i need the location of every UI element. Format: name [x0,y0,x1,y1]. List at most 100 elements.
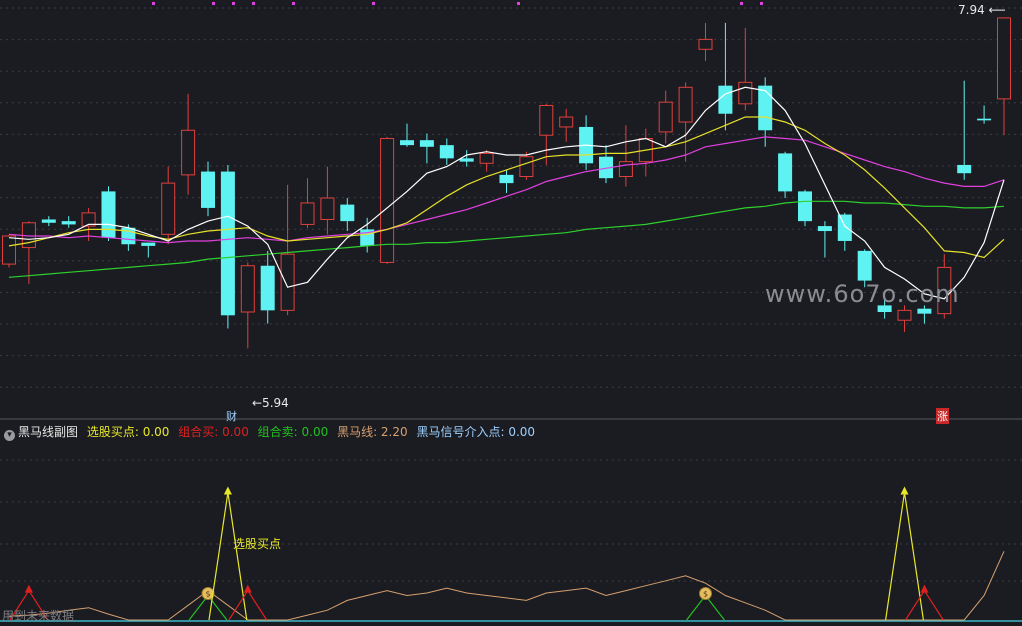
candle-body [957,164,972,174]
candle-body [698,38,713,50]
candle-body [678,86,693,123]
candle [579,115,594,170]
candle-body [280,253,295,311]
candle-body [499,174,514,184]
candle-body [658,101,673,133]
candle-body [778,153,793,192]
stock-chart: $ $ 7.94 ⟵ ←5.94 财 涨 ▾ 黑马线副图 选股买点: 0.00 组合… [0,0,1022,626]
candle [101,186,116,241]
candle [817,221,832,258]
candle [997,17,1011,136]
candle-body [997,17,1011,100]
candle [559,108,574,142]
candle [280,184,295,316]
heima-line-value: 黑马线: 2.20 [337,425,408,439]
indicator-header: ▾ 黑马线副图 选股买点: 0.00 组合买: 0.00 组合卖: 0.00 黑马… [0,423,1022,441]
candle-body [400,140,414,146]
candle-body [559,116,574,128]
event-marker [760,2,763,5]
heima-signal-value: 黑马信号介入点: 0.00 [416,425,536,439]
heima-line [8,551,1005,621]
limit-up-badge[interactable]: 涨 [936,408,949,424]
candle-body [300,202,315,225]
combo-buy-point-line [904,589,944,621]
combo-buy-point [228,584,268,621]
combo-sell-value: 组合卖: 0.00 [257,425,329,439]
candle-body [61,221,76,225]
candle [658,90,673,144]
heima-indicator-chart: $ $ [0,459,1022,622]
collapse-icon[interactable]: ▾ [4,430,15,441]
candle [220,164,235,329]
candle [340,198,355,232]
candle-body [101,191,116,238]
candle [678,82,693,162]
candle [897,305,912,332]
candle [161,166,176,245]
candle [201,161,215,217]
event-marker [292,2,295,5]
combo-buy-value: 组合买: 0.00 [178,425,249,439]
event-marker [252,2,255,5]
candle [837,212,852,251]
candle-body [240,265,255,313]
candle-body [977,118,992,121]
event-marker [232,2,235,5]
candle [260,250,275,324]
candle-body [718,85,733,114]
combo-buy-point [904,584,944,621]
candle [977,105,992,124]
candle-body [141,242,156,246]
candle-body [738,81,753,105]
candle [778,151,793,198]
candle [479,150,494,172]
candle [320,166,335,235]
event-marker [740,2,743,5]
indicator-name[interactable]: 黑马线副图 [18,425,78,439]
finance-badge[interactable]: 财 [226,408,237,424]
candle [638,128,653,177]
candle-body [539,104,554,136]
candle-body [201,171,215,208]
candle [181,93,196,195]
candle-body [2,235,16,265]
candle [61,216,76,228]
candle-body [897,309,912,321]
candle-body [41,219,56,223]
candle [121,224,136,251]
candle-body [419,140,434,147]
candle [698,22,713,61]
candle [439,138,454,165]
event-marker [517,2,520,5]
candle-body [161,182,176,235]
candle-body [220,171,235,316]
candle [2,234,16,268]
candle-body [519,156,534,178]
ma5-line [8,86,1005,300]
candle [519,151,534,180]
candle-body [340,204,355,222]
combo-sell-point: $ [188,586,228,621]
candle [21,221,36,284]
candle [599,145,613,184]
candle [957,80,972,180]
candle [240,262,255,349]
candle-body [618,161,633,178]
candle-body [798,191,812,222]
candle [300,178,315,228]
candle-body [439,145,454,159]
candle-body [758,85,773,131]
buy-point-arrow [223,486,232,495]
watermark: www.6o7o.com [765,280,960,308]
combo-sell-point-coin-text: $ [703,589,708,598]
candle [738,27,753,111]
candle-body [817,226,832,232]
combo-buy-point-arrow [243,584,252,593]
combo-sell-point: $ [686,586,725,621]
combo-sell-point-coin-text: $ [205,589,210,598]
candle [798,189,812,227]
combo-buy-point-arrow [920,584,929,593]
event-marker [212,2,215,5]
candle [718,22,733,131]
candle-body [459,158,474,162]
